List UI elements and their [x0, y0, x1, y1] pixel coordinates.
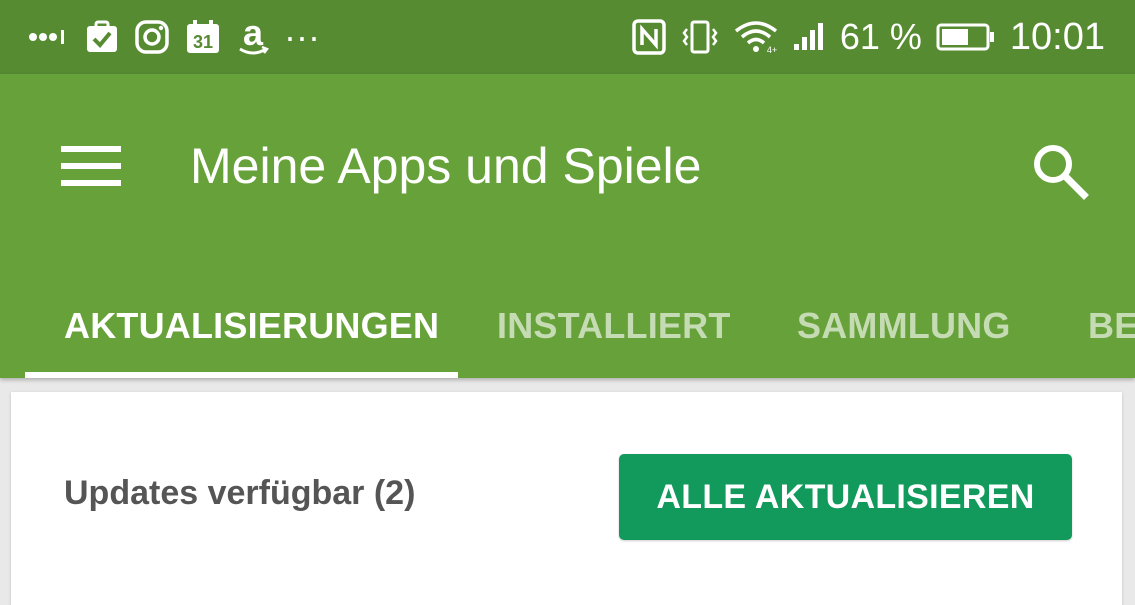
- vibrate-icon: [680, 19, 720, 55]
- battery-icon: [936, 22, 996, 52]
- tab-bar: AKTUALISIERUNGEN INSTALLIERT SAMMLUNG BE…: [0, 274, 1135, 378]
- svg-text:4+: 4+: [767, 45, 777, 55]
- menu-button[interactable]: [46, 126, 136, 206]
- battery-percent: 61 %: [839, 16, 922, 57]
- active-tab-indicator: [25, 372, 458, 378]
- notification-icons: 31 a ···: [28, 0, 320, 74]
- task-check-icon: [84, 19, 120, 55]
- tab-label: INSTALLIERT: [497, 305, 731, 346]
- signal-icon: [792, 22, 826, 52]
- search-icon: [1034, 145, 1089, 200]
- tab-installiert[interactable]: INSTALLIERT: [497, 274, 731, 378]
- page-title: Meine Apps und Spiele: [190, 138, 702, 194]
- updates-card: Updates verfügbar (2) ALLE AKTUALISIEREN: [11, 392, 1122, 605]
- tab-sammlung[interactable]: SAMMLUNG: [797, 274, 1011, 378]
- tab-label: BETA: [1088, 305, 1135, 346]
- more-dots-icon: [28, 27, 70, 47]
- instagram-icon: [134, 19, 170, 55]
- calendar-icon: 31: [184, 18, 222, 56]
- status-bar: 31 a ··· 4+ 61 % 10:01: [0, 0, 1135, 74]
- svg-text:31: 31: [193, 32, 213, 52]
- updates-available-label: Updates verfügbar (2): [64, 474, 416, 512]
- wifi-icon: 4+: [734, 19, 778, 55]
- clock: 10:01: [1009, 16, 1105, 58]
- tab-label: SAMMLUNG: [797, 305, 1011, 346]
- app-bar: Meine Apps und Spiele AKTUALISIERUNGEN I…: [0, 74, 1135, 378]
- tab-aktualisierungen[interactable]: AKTUALISIERUNGEN: [64, 274, 439, 378]
- search-button[interactable]: [1015, 126, 1105, 216]
- system-status-icons: 4+ 61 % 10:01: [632, 0, 1105, 74]
- tab-beta[interactable]: BETA: [1088, 274, 1135, 378]
- hamburger-menu-icon: [61, 146, 121, 186]
- amazon-icon: a: [236, 17, 270, 57]
- update-all-button[interactable]: ALLE AKTUALISIEREN: [619, 454, 1072, 540]
- ellipsis-icon: ···: [284, 16, 320, 57]
- tab-label: AKTUALISIERUNGEN: [64, 305, 440, 346]
- nfc-icon: [632, 19, 666, 55]
- svg-text:a: a: [243, 17, 264, 53]
